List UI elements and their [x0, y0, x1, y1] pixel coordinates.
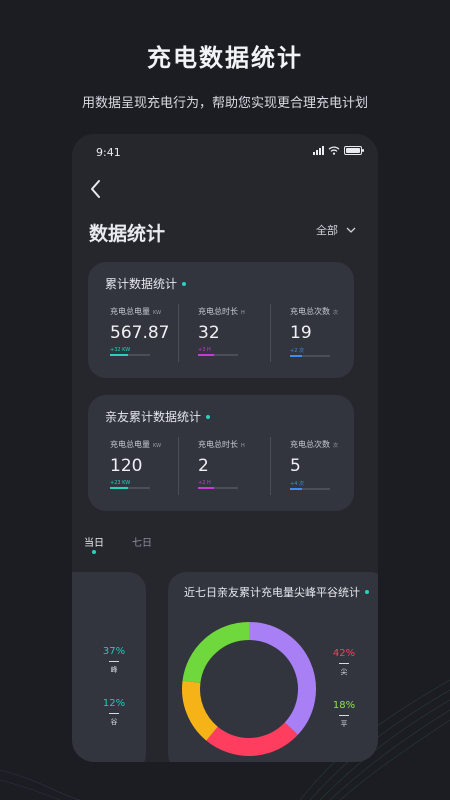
stat-value: 2 — [198, 456, 209, 476]
stat-delta: +23 KW — [110, 480, 131, 486]
battery-icon — [344, 146, 364, 155]
stat-progress — [110, 354, 150, 356]
divider — [178, 304, 179, 362]
stat-progress — [198, 487, 238, 489]
accent-dot — [182, 281, 187, 286]
filter-dropdown[interactable]: 全部 — [316, 222, 356, 238]
donut-segment-1 — [206, 722, 298, 756]
active-tab-indicator — [92, 550, 96, 554]
stat-progress — [110, 487, 150, 489]
stat-progress — [290, 488, 330, 490]
divider — [178, 437, 179, 495]
sharp-stat: 42% 尖 — [332, 648, 356, 676]
friends-stats-card: 亲友累计数据统计 充电总电量 KW 120 +23 KW 充电总时长 H 2 +2 … — [88, 395, 354, 511]
stat-energy: 充电总电量 KW 567.87 +32 KW — [110, 306, 186, 356]
card-title: 亲友累计数据统计 — [105, 408, 211, 425]
divider — [270, 437, 271, 495]
donut-chart — [182, 622, 316, 756]
page-title: 数据统计 — [89, 223, 166, 245]
tab-seven-days[interactable]: 七日 — [132, 534, 152, 549]
daily-peak-valley-panel: 37% 峰 12% 谷 — [72, 572, 146, 762]
donut-segment-0 — [248, 622, 316, 735]
stat-value: 567.87 — [110, 323, 170, 343]
stat-value: 5 — [290, 456, 301, 476]
stat-progress — [198, 354, 238, 356]
wifi-icon — [328, 146, 340, 155]
peak-stat: 37% 峰 — [102, 646, 126, 674]
stat-delta: +4 次 — [290, 481, 304, 487]
signal-icon — [313, 146, 324, 155]
status-icons — [313, 146, 364, 155]
stat-count: 充电总次数次 5 +4 次 — [290, 439, 366, 490]
stat-value: 120 — [110, 456, 143, 476]
accent-dot — [206, 414, 211, 419]
total-stats-card: 累计数据统计 充电总电量 KW 567.87 +32 KW 充电总时长 H 32 +… — [88, 262, 354, 378]
donut-segment-3 — [182, 622, 250, 684]
chevron-down-icon — [346, 227, 356, 233]
status-time: 9:41 — [96, 146, 121, 159]
stat-value: 32 — [198, 323, 220, 343]
tab-today[interactable]: 当日 — [84, 534, 104, 549]
divider — [270, 304, 271, 362]
stat-energy: 充电总电量 KW 120 +23 KW — [110, 439, 186, 489]
back-arrow-icon[interactable] — [88, 178, 104, 200]
stat-delta: +3 H — [198, 347, 211, 353]
panel-title: 近七日亲友累计充电量尖峰平谷统计 — [184, 584, 369, 600]
stat-progress — [290, 355, 330, 357]
stat-count: 充电总次数次 19 +2 次 — [290, 306, 366, 357]
phone-mockup: 9:41 数据统计 全部 累计数据统计 充电总电量 KW 567.87 +32 K… — [72, 134, 378, 762]
weekly-peak-valley-panel: 近七日亲友累计充电量尖峰平谷统计 42% 尖 18% 平 — [168, 572, 378, 762]
stat-delta: +2 次 — [290, 348, 304, 354]
hero-subtitle: 用数据呈现充电行为，帮助您实现更合理充电计划 — [81, 96, 368, 111]
stat-delta: +2 H — [198, 480, 211, 486]
accent-dot — [365, 590, 369, 594]
flat-stat: 18% 平 — [332, 700, 356, 728]
stat-value: 19 — [290, 323, 312, 343]
valley-stat: 12% 谷 — [102, 698, 126, 726]
donut-segment-2 — [182, 680, 219, 741]
stat-delta: +32 KW — [110, 347, 131, 353]
hero-title: 充电数据统计 — [147, 44, 303, 72]
card-title: 累计数据统计 — [105, 275, 187, 292]
stat-duration: 充电总时长 H 2 +2 H — [198, 439, 274, 489]
filter-label: 全部 — [316, 224, 338, 237]
stat-duration: 充电总时长 H 32 +3 H — [198, 306, 274, 356]
